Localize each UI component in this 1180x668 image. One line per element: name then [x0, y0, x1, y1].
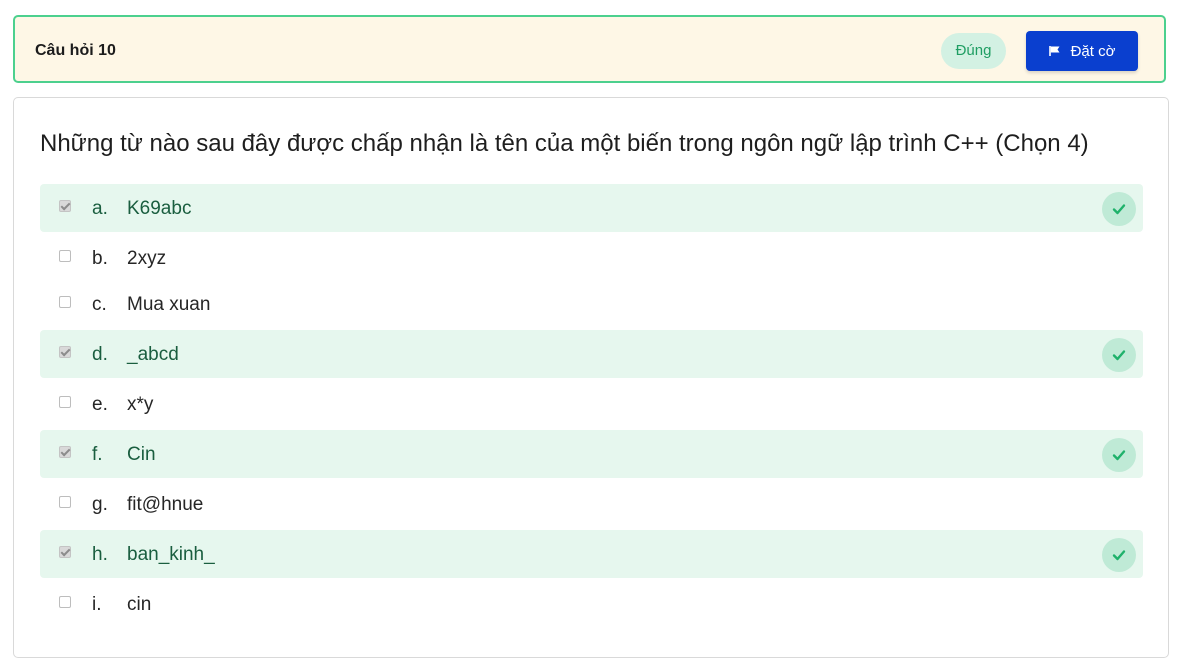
status-badge: Đúng [941, 33, 1006, 69]
answer-option-g[interactable]: g. fit@hnue [40, 480, 1143, 528]
answer-text: 2xyz [127, 248, 167, 269]
answer-text: ban_kinh_ [127, 544, 215, 565]
flag-button[interactable]: Đặt cờ [1026, 31, 1138, 71]
answer-option-d[interactable]: d. _abcd [40, 330, 1143, 378]
check-icon [1102, 538, 1136, 572]
answer-option-f[interactable]: f. Cin [40, 430, 1143, 478]
check-icon [1102, 438, 1136, 472]
answer-checkbox[interactable] [59, 546, 71, 558]
answer-letter: i. [92, 594, 102, 615]
answer-text: _abcd [127, 344, 179, 365]
answer-option-e[interactable]: e. x*y [40, 380, 1143, 428]
answer-text: fit@hnue [127, 494, 204, 515]
answer-checkbox[interactable] [59, 250, 71, 262]
answer-letter: c. [92, 294, 107, 315]
question-card: Những từ nào sau đây được chấp nhận là t… [13, 97, 1169, 658]
answer-text: K69abc [127, 198, 192, 219]
answer-letter: a. [92, 198, 108, 219]
answer-checkbox[interactable] [59, 496, 71, 508]
answer-option-a[interactable]: a. K69abc [40, 184, 1143, 232]
answer-checkbox[interactable] [59, 396, 71, 408]
answer-option-i[interactable]: i. cin [40, 580, 1143, 628]
question-header: Câu hỏi 10 Đúng Đặt cờ [13, 15, 1166, 83]
answer-checkbox[interactable] [59, 346, 71, 358]
answer-option-c[interactable]: c. Mua xuan [40, 280, 1143, 328]
answer-text: x*y [127, 394, 154, 415]
question-text: Những từ nào sau đây được chấp nhận là t… [40, 130, 1089, 157]
check-icon [1102, 338, 1136, 372]
answer-option-b[interactable]: b. 2xyz [40, 234, 1143, 282]
answer-text: Cin [127, 444, 156, 465]
answer-option-h[interactable]: h. ban_kinh_ [40, 530, 1143, 578]
answer-letter: b. [92, 248, 108, 269]
answer-letter: e. [92, 394, 108, 415]
answer-checkbox[interactable] [59, 596, 71, 608]
answer-letter: h. [92, 544, 108, 565]
answer-letter: f. [92, 444, 103, 465]
answer-letter: g. [92, 494, 108, 515]
answer-checkbox[interactable] [59, 446, 71, 458]
answer-checkbox[interactable] [59, 200, 71, 212]
question-title: Câu hỏi 10 [35, 42, 116, 59]
check-icon [1102, 192, 1136, 226]
answer-text: Mua xuan [127, 294, 211, 315]
answer-checkbox[interactable] [59, 296, 71, 308]
answer-letter: d. [92, 344, 108, 365]
flag-icon [1048, 45, 1061, 57]
answer-text: cin [127, 594, 152, 615]
flag-button-label: Đặt cờ [1070, 42, 1116, 60]
